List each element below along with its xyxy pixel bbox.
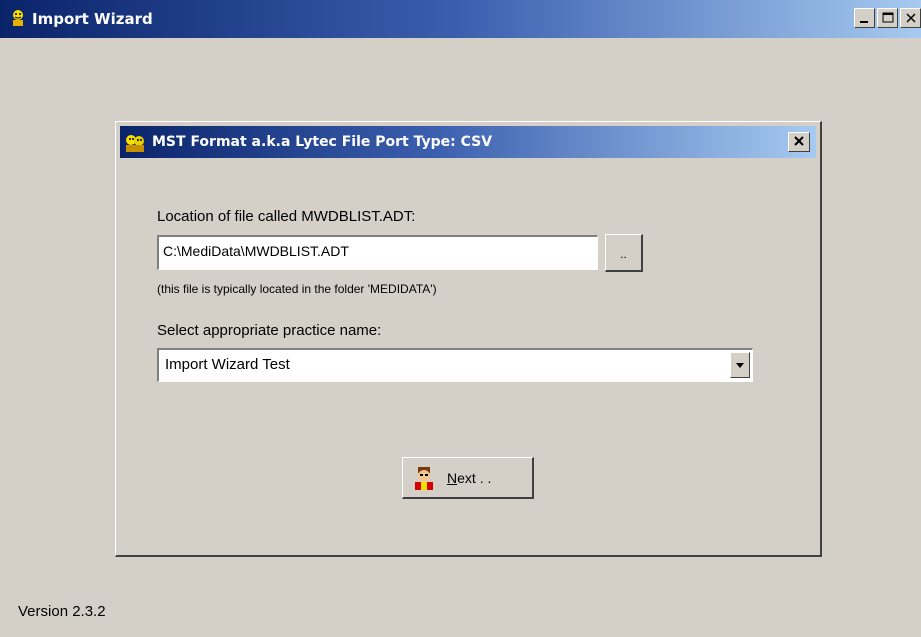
browse-button[interactable]: .. (605, 234, 643, 272)
dialog-close-button[interactable] (788, 132, 810, 152)
close-icon (794, 136, 804, 146)
dialog-title: MST Format a.k.a Lytec File Port Type: C… (152, 134, 493, 150)
dialog-titlebar[interactable]: MST Format a.k.a Lytec File Port Type: C… (120, 126, 816, 158)
chevron-down-icon (736, 363, 744, 368)
next-text: Next . . (447, 470, 492, 486)
maximize-button[interactable] (877, 8, 898, 28)
file-location-label: Location of file called MWDBLIST.ADT: (157, 208, 416, 225)
version-label: Version 2.3.2 (18, 603, 106, 620)
practice-select[interactable]: Import Wizard Test (157, 348, 753, 382)
practice-selected-value: Import Wizard Test (165, 356, 290, 373)
close-button[interactable] (900, 8, 921, 28)
maximize-icon (882, 12, 894, 23)
file-path-input[interactable]: C:\MediData\MWDBLIST.ADT (157, 235, 598, 270)
wizard-person-icon (415, 467, 433, 490)
close-icon (906, 13, 916, 23)
practice-label: Select appropriate practice name: (157, 322, 382, 339)
minimize-button[interactable] (854, 8, 875, 28)
file-hint-text: (this file is typically located in the f… (157, 282, 437, 296)
next-label: Next . . (447, 470, 491, 486)
wizard-app-icon (13, 10, 23, 26)
port-type-dialog: MST Format a.k.a Lytec File Port Type: C… (115, 121, 822, 557)
minimize-icon (860, 21, 868, 23)
dropdown-button[interactable] (730, 352, 750, 378)
next-button[interactable]: Next . . (402, 457, 534, 499)
wizard-group-icon (126, 135, 144, 152)
window-titlebar[interactable]: Import Wizard (0, 0, 921, 38)
window-title: Import Wizard (32, 10, 153, 28)
